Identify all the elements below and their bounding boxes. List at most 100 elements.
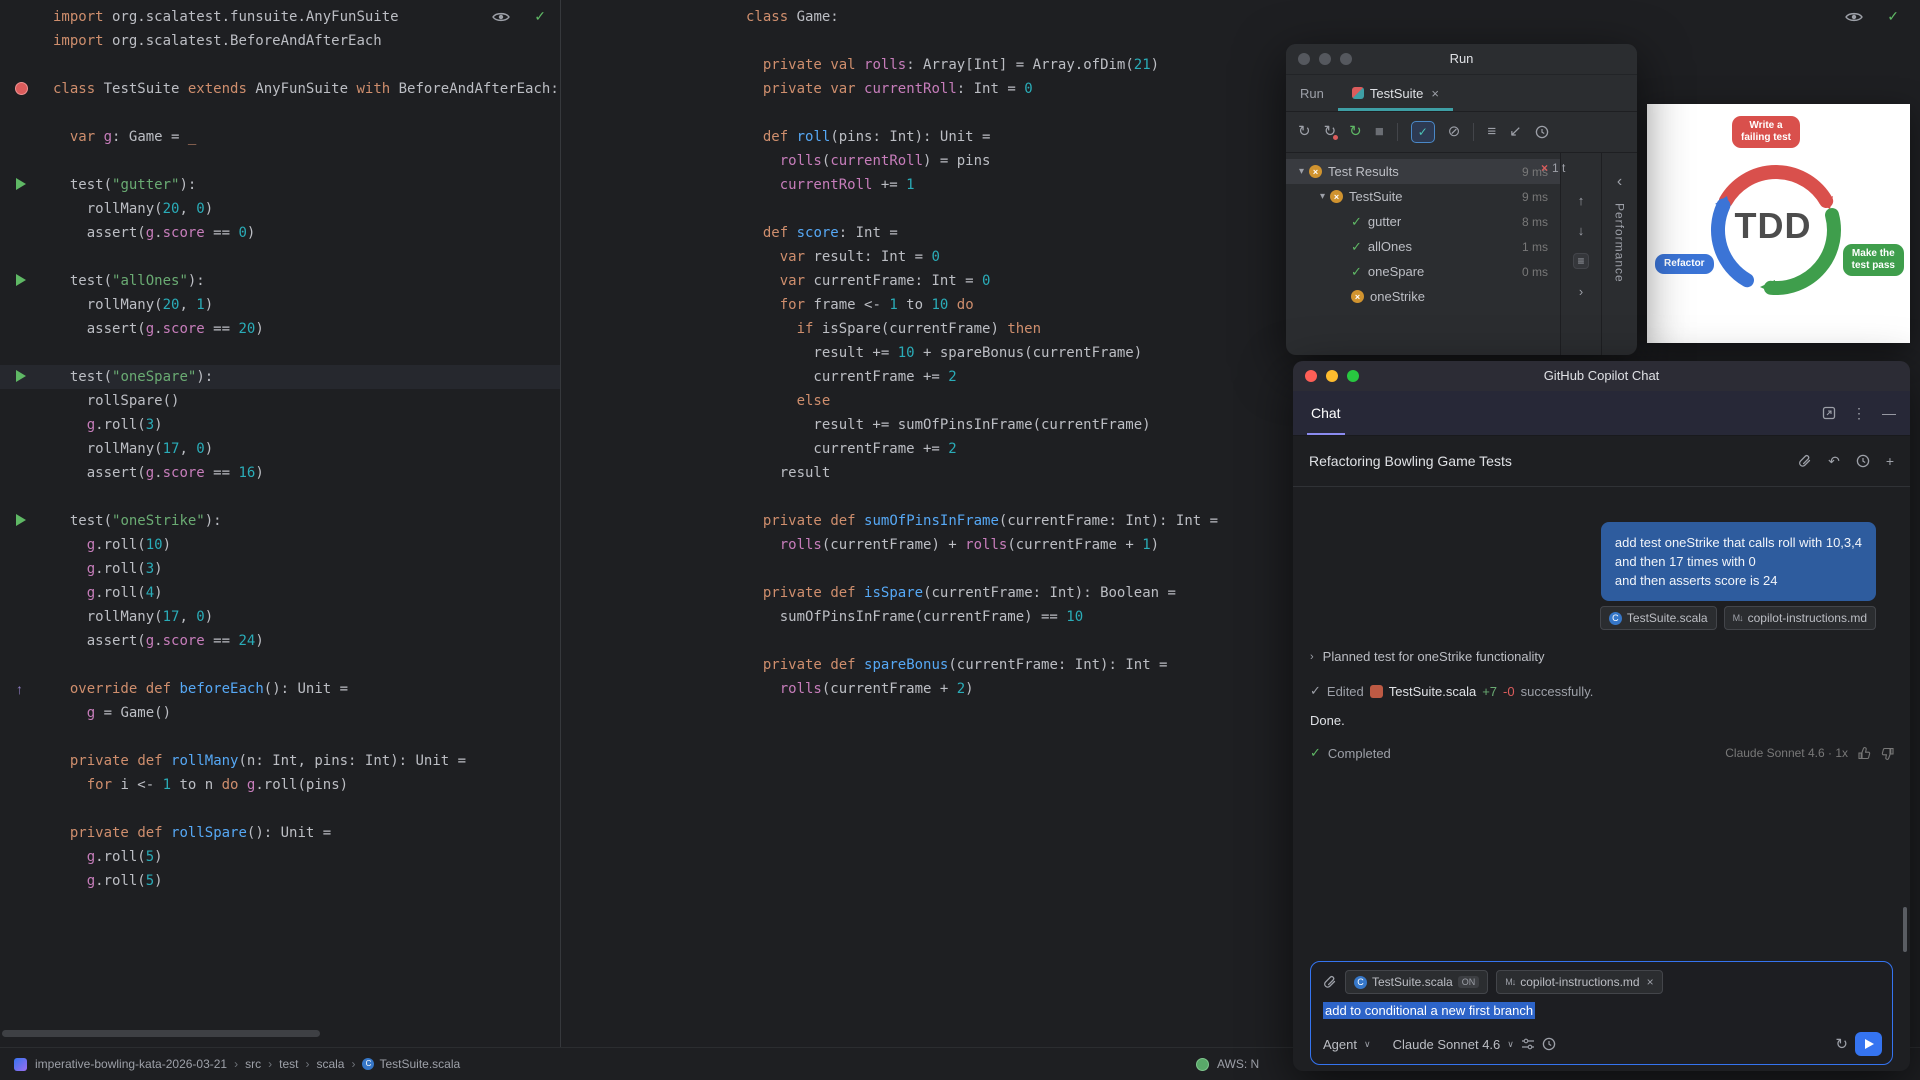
test-tree-row[interactable]: ✓ gutter 8 ms [1286, 209, 1560, 234]
thread-title[interactable]: Refactoring Bowling Game Tests [1309, 453, 1512, 469]
class-icon: C [362, 1058, 375, 1070]
reader-mode-eye-icon[interactable] [492, 11, 511, 23]
show-passed-toggle[interactable]: ✓ [1410, 121, 1435, 143]
run-window-titlebar[interactable]: Run [1286, 44, 1637, 75]
tab-performance[interactable]: Performance [1613, 203, 1627, 283]
send-button[interactable] [1855, 1032, 1882, 1056]
assistant-done-text: Done. [1310, 713, 1345, 728]
project-icon [14, 1057, 27, 1071]
show-ignored-toggle[interactable]: ⊘ [1448, 124, 1461, 140]
middle-editor-code[interactable]: class Game: private val rolls: Array[Int… [746, 5, 1218, 701]
zoom-window-button[interactable] [1340, 53, 1352, 65]
attach-file-icon[interactable] [1323, 975, 1337, 990]
minimize-window-button[interactable] [1319, 53, 1331, 65]
breadcrumb-test[interactable]: test [279, 1057, 298, 1071]
inspections-widget[interactable]: ✓ [1845, 8, 1899, 25]
collapse-all-icon[interactable]: ↙ [1509, 124, 1522, 140]
test-tree-row[interactable]: ▾ × TestSuite 9 ms [1286, 184, 1560, 209]
remove-chip-icon[interactable]: × [1647, 975, 1654, 989]
stop-icon[interactable]: ■ [1375, 124, 1384, 140]
rerun-icon[interactable]: ↻ [1298, 124, 1311, 140]
run-test-gutter-icon[interactable] [16, 514, 26, 526]
code-line: g.roll(3) [86, 561, 163, 577]
input-chip-instructions[interactable]: M↓ copilot-instructions.md × [1496, 970, 1663, 994]
code-line: override def beforeEach(): Unit = [69, 681, 349, 697]
planned-step-row[interactable]: › Planned test for oneStrike functionali… [1310, 649, 1545, 664]
left-editor-code[interactable]: import org.scalatest.funsuite.AnyFunSuit… [53, 5, 559, 893]
run-test-gutter-icon[interactable] [16, 274, 26, 286]
toggle-auto-test-icon[interactable]: ↻ [1349, 124, 1362, 140]
breadcrumb-scala[interactable]: scala [316, 1057, 344, 1071]
test-tree-row[interactable]: ▾ × Test Results 9 ms [1286, 159, 1560, 184]
model-selector[interactable]: Claude Sonnet 4.6 [1393, 1037, 1501, 1052]
breadcrumb-project[interactable]: imperative-bowling-kata-2026-03-21 [35, 1057, 227, 1071]
inspections-widget[interactable]: ✓ [492, 8, 546, 25]
previous-occurrence-icon[interactable]: ↑ [1578, 193, 1585, 208]
code-line: rolls(currentFrame) + rolls(currentFrame… [779, 537, 1160, 553]
test-name: oneSpare [1367, 264, 1425, 279]
expand-chevron-icon[interactable]: ▾ [1315, 191, 1330, 202]
tab-chat[interactable]: Chat [1307, 391, 1345, 435]
code-line: private def rollSpare(): Unit = [69, 825, 332, 841]
chat-window-titlebar[interactable]: GitHub Copilot Chat [1293, 361, 1910, 391]
regenerate-icon[interactable]: ↻ [1835, 1035, 1848, 1053]
status-green-icon[interactable] [1196, 1057, 1209, 1071]
rerun-failed-tests-icon[interactable]: ↻ [1324, 124, 1338, 140]
no-problems-icon[interactable]: ✓ [534, 8, 546, 25]
sort-tests-icon[interactable]: ≡ [1487, 124, 1496, 140]
test-tree-row[interactable]: ✓ oneSpare 0 ms [1286, 259, 1560, 284]
collapse-strip-icon[interactable]: ‹ [1617, 173, 1622, 191]
expand-panel-icon[interactable]: › [1579, 284, 1583, 299]
run-error-gutter-icon[interactable] [15, 82, 28, 95]
hide-panel-icon[interactable]: — [1882, 405, 1896, 421]
tools-icon[interactable] [1521, 1038, 1535, 1050]
editor-testsuite[interactable]: ↑ import org.scalatest.funsuite.AnyFunSu… [0, 0, 560, 1047]
zoom-window-button[interactable] [1347, 370, 1359, 382]
expand-step-icon[interactable]: › [1310, 651, 1314, 663]
test-tree-row[interactable]: ✓ allOnes 1 ms [1286, 234, 1560, 259]
chat-scrollbar[interactable] [1903, 907, 1907, 952]
undo-icon[interactable]: ↶ [1828, 453, 1840, 470]
next-occurrence-icon[interactable]: ↓ [1578, 223, 1585, 238]
prompt-input[interactable]: add to conditional a new first branch [1323, 1002, 1880, 1019]
close-window-button[interactable] [1305, 370, 1317, 382]
no-problems-icon[interactable]: ✓ [1887, 8, 1899, 25]
input-chip-testsuite[interactable]: C TestSuite.scala ON [1345, 970, 1489, 994]
code-line: rolls(currentFrame + 2) [779, 681, 974, 697]
horizontal-scrollbar[interactable] [2, 1030, 320, 1037]
scala-file-icon [1369, 684, 1383, 698]
edited-file-name[interactable]: TestSuite.scala [1389, 684, 1476, 699]
model-usage-info: Claude Sonnet 4.6 · 1x [1725, 746, 1848, 760]
context-chip-testsuite[interactable]: C TestSuite.scala [1599, 606, 1717, 630]
sort-by-duration-icon[interactable] [1535, 125, 1549, 139]
minimize-window-button[interactable] [1326, 370, 1338, 382]
test-tree-row[interactable]: × oneStrike [1286, 284, 1560, 309]
reader-mode-eye-icon[interactable] [1845, 11, 1864, 23]
aws-status[interactable]: AWS: N [1217, 1057, 1259, 1071]
breadcrumb-file[interactable]: TestSuite.scala [379, 1057, 460, 1071]
tab-run[interactable]: Run [1286, 75, 1338, 111]
close-tab-icon[interactable]: × [1431, 86, 1439, 101]
run-test-gutter-icon[interactable] [16, 178, 26, 190]
attach-context-icon[interactable] [1798, 454, 1812, 469]
open-in-editor-icon[interactable] [1822, 406, 1836, 420]
thumbs-down-icon[interactable] [1881, 747, 1894, 760]
test-duration: 1 ms [1521, 239, 1548, 254]
run-test-gutter-icon[interactable] [16, 370, 26, 382]
override-gutter-icon[interactable]: ↑ [16, 682, 23, 696]
breadcrumb-src[interactable]: src [245, 1057, 261, 1071]
filter-icon[interactable]: ≡ [1573, 253, 1589, 269]
expand-chevron-icon[interactable]: ▾ [1294, 166, 1309, 177]
request-history-icon[interactable] [1542, 1037, 1556, 1051]
new-chat-icon[interactable]: + [1886, 453, 1894, 469]
history-icon[interactable] [1856, 454, 1870, 468]
close-window-button[interactable] [1298, 53, 1310, 65]
thumbs-up-icon[interactable] [1858, 746, 1871, 760]
mode-selector[interactable]: Agent [1323, 1037, 1357, 1052]
tab-testsuite[interactable]: TestSuite × [1338, 75, 1453, 111]
context-chip-instructions[interactable]: M↓ copilot-instructions.md [1723, 606, 1876, 630]
more-options-icon[interactable]: ⋮ [1852, 405, 1866, 422]
breadcrumb-separator-icon: › [305, 1057, 310, 1071]
chat-input-box[interactable]: C TestSuite.scala ON M↓ copilot-instruct… [1310, 961, 1893, 1065]
